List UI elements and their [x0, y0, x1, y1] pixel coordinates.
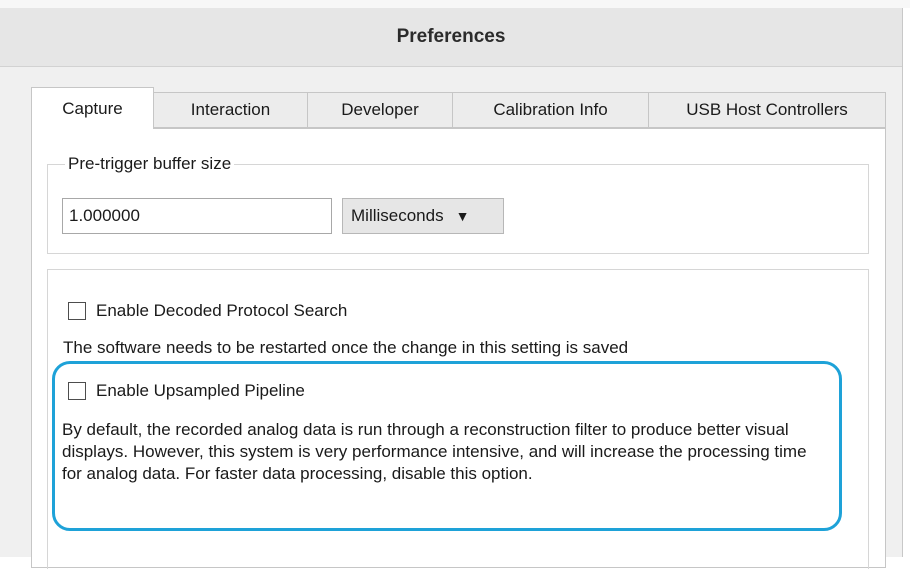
- preferences-window: Preferences Capture Interaction Develope…: [0, 8, 903, 569]
- restart-note: The software needs to be restarted once …: [63, 338, 629, 357]
- window-title: Preferences: [396, 26, 506, 47]
- pretrigger-group-title: Pre-trigger buffer size: [65, 154, 235, 174]
- upsampled-description: By default, the recorded analog data is …: [62, 420, 807, 483]
- decoded-search-row[interactable]: Enable Decoded Protocol Search: [68, 301, 347, 321]
- tab-bar: Capture Interaction Developer Calibratio…: [31, 87, 886, 129]
- dropdown-arrow-icon: ▼: [455, 208, 470, 224]
- tab-capture[interactable]: Capture: [31, 87, 154, 129]
- capture-tab-panel: Pre-trigger buffer size Milliseconds ▼ E…: [31, 128, 886, 569]
- decoded-search-checkbox[interactable]: [68, 302, 86, 320]
- title-bar[interactable]: Preferences: [0, 8, 902, 67]
- tab-interaction[interactable]: Interaction: [154, 92, 308, 128]
- tab-calibration-info[interactable]: Calibration Info: [453, 92, 649, 128]
- upsampled-pipeline-checkbox[interactable]: [68, 382, 86, 400]
- pretrigger-buffer-input[interactable]: [62, 198, 332, 234]
- background-window-strip: [0, 0, 910, 8]
- tab-developer[interactable]: Developer: [308, 92, 453, 128]
- time-unit-value: Milliseconds: [351, 206, 444, 225]
- upsampled-pipeline-row[interactable]: Enable Upsampled Pipeline: [68, 381, 305, 401]
- time-unit-dropdown[interactable]: Milliseconds ▼: [342, 198, 504, 234]
- tab-usb-host-controllers[interactable]: USB Host Controllers: [649, 92, 886, 128]
- upsampled-pipeline-label: Enable Upsampled Pipeline: [96, 381, 305, 400]
- decoded-search-label: Enable Decoded Protocol Search: [96, 301, 348, 320]
